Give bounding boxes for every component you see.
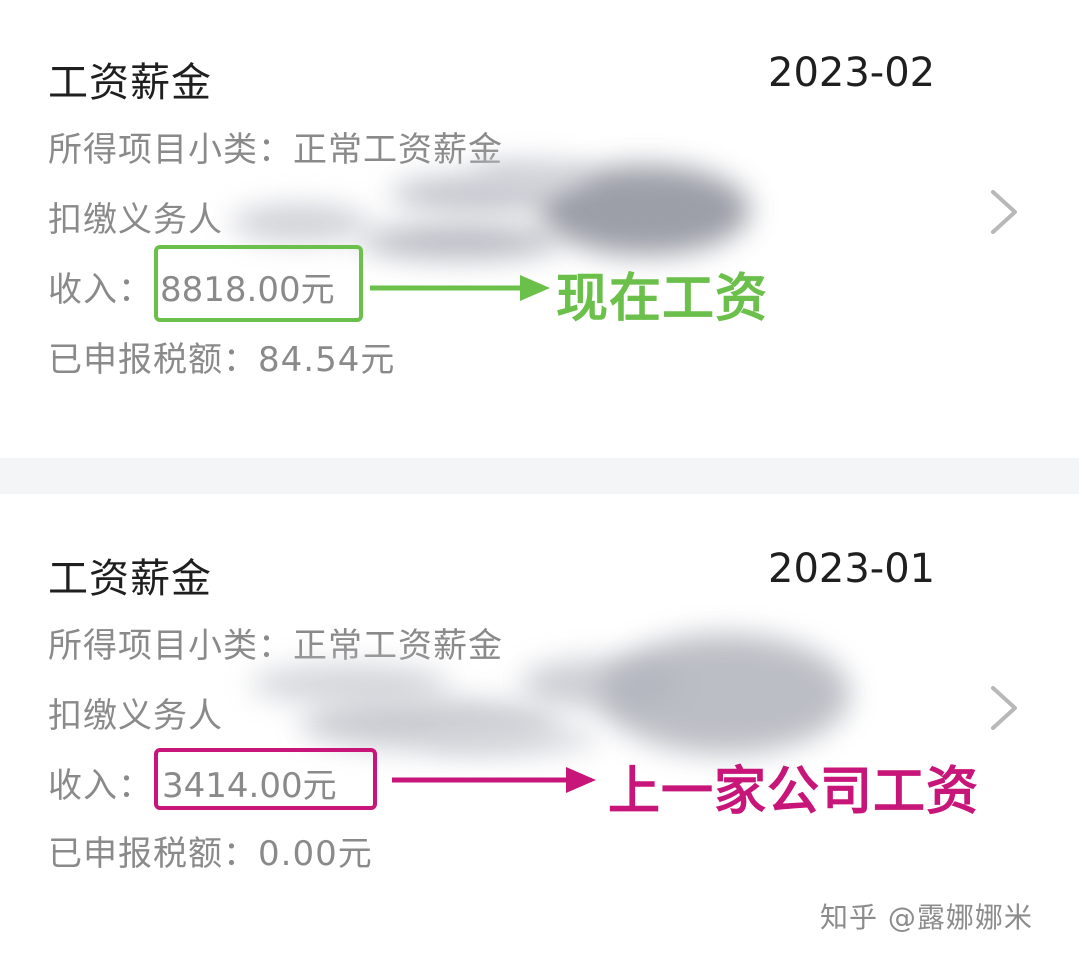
category-label: 所得项目小类： <box>48 626 293 666</box>
tax-row: 已申报税额：0.00元 <box>48 826 373 875</box>
income-highlight-box <box>154 245 363 322</box>
annotation-previous-salary: 上一家公司工资 <box>608 762 980 822</box>
payer-label: 扣缴义务人 <box>48 696 223 736</box>
income-label: 收入： <box>48 766 153 806</box>
record-date: 2023-01 <box>768 546 936 592</box>
tax-label: 已申报税额： <box>48 834 258 874</box>
chevron-right-icon[interactable] <box>985 682 1025 734</box>
record-date: 2023-02 <box>768 50 936 96</box>
tax-row: 已申报税额：84.54元 <box>48 332 395 381</box>
income-record-card-2023-02[interactable]: 工资薪金 2023-02 所得项目小类：正常工资薪金 扣缴义务人 收入： 881… <box>0 0 1079 458</box>
income-highlight-box <box>154 748 377 810</box>
tax-value: 0.00元 <box>258 834 373 874</box>
category-value: 正常工资薪金 <box>293 626 503 666</box>
payer-label: 扣缴义务人 <box>48 200 223 240</box>
category-row: 所得项目小类：正常工资薪金 <box>48 618 503 667</box>
annotation-current-salary: 现在工资 <box>556 269 769 329</box>
annotation-arrow <box>392 767 596 793</box>
card-separator <box>0 458 1079 494</box>
tax-label: 已申报税额： <box>48 340 258 380</box>
income-record-card-2023-01[interactable]: 工资薪金 2023-01 所得项目小类：正常工资薪金 扣缴义务人 收入： 341… <box>0 494 1079 963</box>
watermark: 知乎 @露娜娜米 <box>820 901 1033 934</box>
chevron-right-icon[interactable] <box>985 186 1025 238</box>
tax-value: 84.54元 <box>258 340 396 380</box>
income-label: 收入： <box>48 270 153 310</box>
annotation-arrow <box>370 275 550 301</box>
record-title: 工资薪金 <box>48 556 212 602</box>
category-label: 所得项目小类： <box>48 130 293 170</box>
record-title: 工资薪金 <box>48 60 212 106</box>
category-value: 正常工资薪金 <box>293 130 503 170</box>
category-row: 所得项目小类：正常工资薪金 <box>48 122 503 171</box>
